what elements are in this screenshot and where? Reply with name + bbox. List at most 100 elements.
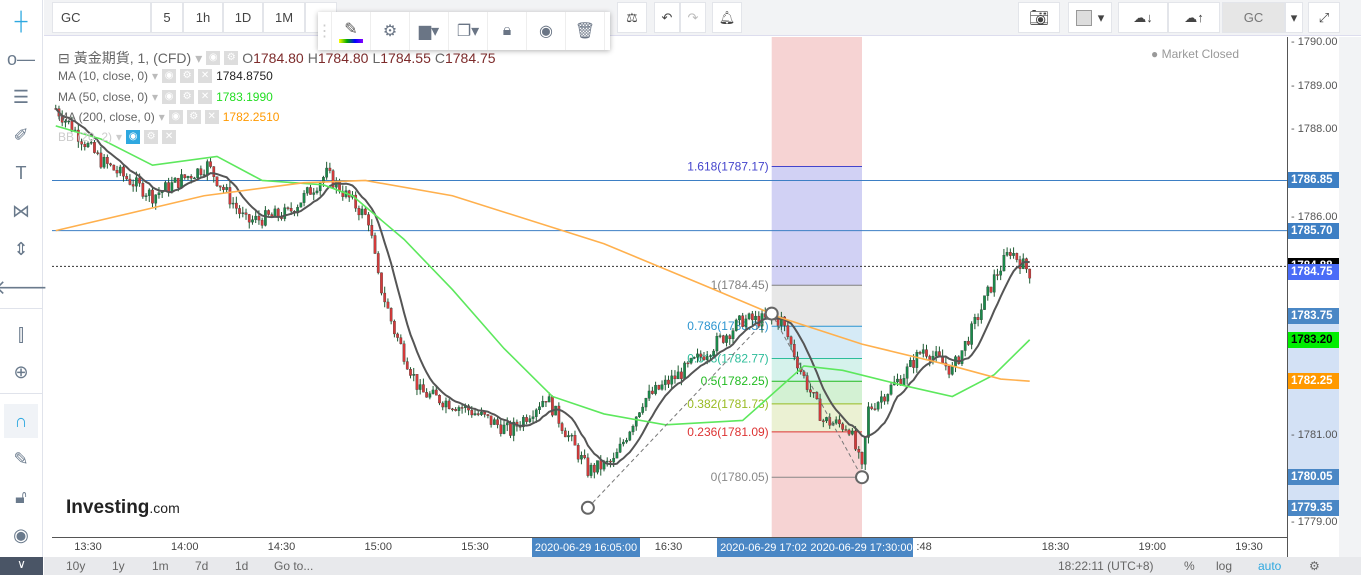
interval-1d[interactable]: 1D (223, 2, 263, 33)
layout-dropdown-icon[interactable]: ▾ (1285, 2, 1303, 33)
candle-body (728, 335, 732, 340)
settings-icon[interactable]: ⚙ (224, 51, 239, 65)
indicator-label[interactable]: MA (200, close, 0) (58, 110, 155, 124)
main-series-legend: ⊟ 黃金期貨, 1, (CFD) ▾ ◉ ⚙ O 1784.80 H 1784.80 L… (58, 48, 496, 68)
hide-eye-icon[interactable]: ◉ (527, 12, 566, 50)
range-1d[interactable]: 1d (235, 559, 248, 573)
series-title[interactable]: 黃金期貨, 1, (CFD) (74, 48, 191, 68)
candle-body (305, 187, 309, 194)
lock-drawings-icon[interactable]: ✎ (4, 442, 38, 476)
indicator-label[interactable]: BB (20, 2) (58, 130, 112, 144)
range-10y[interactable]: 10y (66, 559, 85, 573)
lock-icon[interactable]: 🔒︎ (488, 12, 527, 50)
auto-toggle[interactable]: auto (1258, 559, 1281, 573)
candle-body (563, 430, 567, 438)
candle-body (792, 344, 796, 357)
percent-toggle[interactable]: % (1184, 559, 1195, 573)
candle-body (106, 156, 109, 164)
fullscreen-icon[interactable]: ⤢ (1308, 2, 1340, 33)
candle-body (589, 464, 593, 476)
indicator-label[interactable]: MA (50, close, 0) (58, 90, 148, 104)
candle-body (647, 390, 651, 399)
goto-button[interactable]: Go to... (274, 559, 313, 573)
layout-name[interactable]: GC (1222, 2, 1285, 33)
color-picker-button[interactable]: ▾ (1068, 2, 1112, 33)
settings-icon[interactable]: ⚙ (180, 69, 195, 83)
indicator-label[interactable]: MA (10, close, 0) (58, 69, 148, 83)
price-tick-label: 1788.00 (1297, 123, 1338, 136)
brush-icon[interactable]: ✐ (4, 118, 38, 152)
interval-1m[interactable]: 1M (263, 2, 305, 33)
candle-body (502, 424, 506, 434)
pattern-icon[interactable]: ⋈ (4, 194, 38, 228)
line-color-button[interactable]: ✎ (332, 12, 371, 50)
candle-body (992, 274, 996, 293)
prediction-icon[interactable]: ⇕ (4, 232, 38, 266)
add-alert-icon[interactable]: 🔔︎ (712, 2, 742, 33)
visibility-icon[interactable]: ◉ (162, 90, 177, 104)
drag-handle-icon[interactable]: ⋮ (317, 12, 333, 50)
settings-icon[interactable]: ⚙ (144, 130, 159, 144)
cloud-download-icon[interactable]: ☁↓ (1118, 2, 1168, 33)
range-1y[interactable]: 1y (112, 559, 125, 573)
candle-body (525, 417, 528, 422)
candle-body (218, 185, 222, 188)
candle-body (457, 407, 461, 411)
trend-line-icon[interactable]: o— (4, 42, 38, 76)
visibility-template-icon[interactable]: ▆▾ (410, 12, 449, 50)
text-tool-icon[interactable]: T (4, 156, 38, 190)
range-1m[interactable]: 1m (152, 559, 169, 573)
collapse-icon[interactable]: ⊟ (58, 50, 70, 67)
symbol-input[interactable]: GC (52, 2, 151, 33)
magnet-icon[interactable]: ∩ (4, 404, 38, 438)
redo-icon[interactable]: ↷ (680, 2, 706, 33)
visibility-icon[interactable]: ◉ (168, 110, 183, 124)
visibility-icon[interactable]: ◉ (126, 130, 141, 144)
zoom-in-icon[interactable]: ⊕ (4, 355, 38, 389)
eye-icon[interactable]: ◉ (4, 518, 38, 552)
remove-icon[interactable]: ✕ (162, 130, 177, 144)
remove-icon[interactable]: ✕ (198, 90, 213, 104)
interval-5[interactable]: 5 (151, 2, 183, 33)
price-label: 1780.05 (1288, 469, 1339, 486)
remove-icon[interactable]: ✕ (204, 110, 219, 124)
candle-body (373, 235, 377, 254)
price-axis[interactable]: - 1790.00 - 1789.00 - 1788.00 - 1786.00 - 17… (1287, 37, 1339, 557)
candle-body (393, 320, 396, 335)
candle-body (1028, 268, 1032, 279)
visibility-icon[interactable]: ◉ (206, 51, 221, 65)
compare-icon[interactable]: ⚖ (617, 2, 647, 33)
fib-level-label: 0.236(1781.09) (687, 425, 768, 439)
settings-gear-icon[interactable]: ⚙ (371, 12, 410, 50)
candle-body (651, 390, 654, 394)
range-7d[interactable]: 7d (195, 559, 208, 573)
trash-icon[interactable]: 🗑︎ (566, 12, 605, 50)
time-axis[interactable]: 13:30 14:00 14:30 15:00 15:30 16:30 18:30 19:00… (52, 537, 1287, 557)
clone-icon[interactable]: ❐▾ (449, 12, 488, 50)
interval-1h[interactable]: 1h (183, 2, 223, 33)
visibility-icon[interactable]: ◉ (162, 69, 177, 83)
candle-body (850, 430, 854, 435)
back-arrow-icon[interactable]: 🡐 (0, 270, 48, 304)
settings-icon[interactable]: ⚙ (180, 90, 195, 104)
candle-body (857, 449, 861, 453)
undo-icon[interactable]: ↶ (654, 2, 680, 33)
candle-body (573, 435, 577, 446)
candle-body (938, 351, 941, 357)
fib-tool-icon[interactable]: ☰ (4, 80, 38, 114)
chart-settings-icon[interactable]: ⚙ (1309, 559, 1320, 573)
unlock-icon[interactable]: 🔓︎ (4, 480, 38, 514)
settings-icon[interactable]: ⚙ (186, 110, 201, 124)
screenshot-icon[interactable]: 📷︎ (1018, 2, 1060, 33)
collapse-toolbar-button[interactable]: ∨ (0, 557, 43, 575)
candle-body (731, 330, 735, 340)
candle-body (370, 225, 374, 236)
candle-body (454, 409, 458, 411)
log-toggle[interactable]: log (1216, 559, 1232, 573)
crosshair-icon[interactable]: ┼ (4, 4, 38, 38)
cloud-upload-icon[interactable]: ☁↑ (1168, 2, 1220, 33)
measure-icon[interactable]: ⫿ (4, 318, 38, 352)
candle-body (551, 396, 554, 416)
candle-body (109, 163, 112, 166)
remove-icon[interactable]: ✕ (198, 69, 213, 83)
